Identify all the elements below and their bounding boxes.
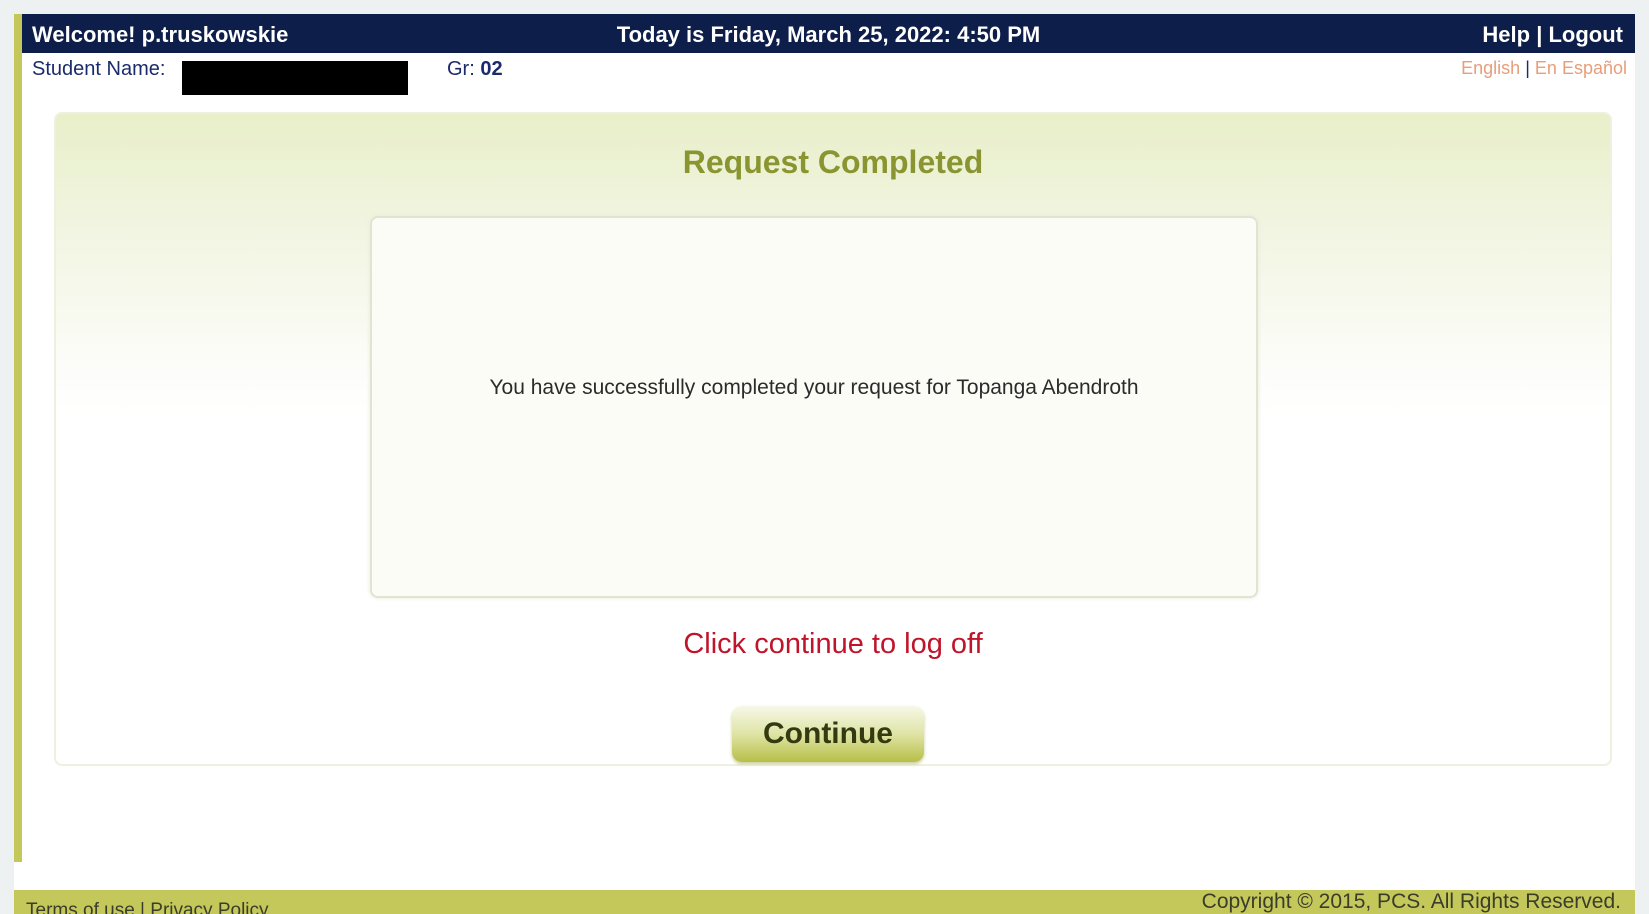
logout-link[interactable]: Logout bbox=[1548, 22, 1623, 47]
page-container: Welcome! p.truskowskie Today is Friday, … bbox=[22, 14, 1635, 890]
spanish-link[interactable]: En Español bbox=[1535, 58, 1627, 78]
header-separator: | bbox=[1536, 22, 1543, 47]
help-link[interactable]: Help bbox=[1482, 22, 1530, 47]
success-message: You have successfully completed your req… bbox=[489, 376, 1139, 399]
footer-notch bbox=[14, 862, 1158, 890]
header-links: Help | Logout bbox=[1482, 22, 1623, 48]
request-completed-panel: Request Completed You have successfully … bbox=[54, 112, 1612, 766]
grade-info: Gr: 02 bbox=[447, 58, 503, 81]
message-box: You have successfully completed your req… bbox=[370, 216, 1258, 598]
language-switcher: English | En Español bbox=[1461, 58, 1627, 79]
redacted-student-name bbox=[182, 61, 408, 95]
english-link[interactable]: English bbox=[1461, 58, 1520, 78]
continue-button[interactable]: Continue bbox=[732, 706, 924, 762]
copyright-text: Copyright © 2015, PCS. All Rights Reserv… bbox=[1201, 890, 1621, 913]
date-time-text: Today is Friday, March 25, 2022: 4:50 PM bbox=[616, 22, 1041, 47]
grade-label: Gr: bbox=[447, 58, 475, 80]
grade-value: 02 bbox=[480, 58, 503, 80]
logoff-instruction: Click continue to log off bbox=[683, 628, 983, 660]
terms-of-use-link[interactable]: Terms of use bbox=[26, 900, 135, 914]
panel-title: Request Completed bbox=[682, 144, 984, 180]
app-frame: Welcome! p.truskowskie Today is Friday, … bbox=[14, 14, 1635, 914]
top-bar: Welcome! p.truskowskie Today is Friday, … bbox=[22, 14, 1635, 53]
footer-separator: | bbox=[140, 900, 145, 914]
student-name-label: Student Name: bbox=[32, 58, 166, 80]
privacy-policy-link[interactable]: Privacy Policy bbox=[150, 900, 268, 914]
language-separator: | bbox=[1525, 58, 1530, 78]
footer-links: Terms of use | Privacy Policy bbox=[26, 900, 269, 914]
